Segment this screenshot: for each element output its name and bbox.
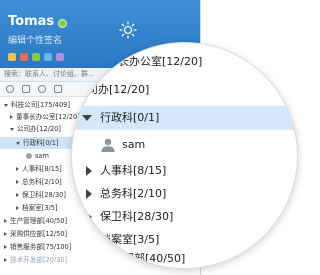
lens-tree-item[interactable]: 生产管理部[40/50] (72, 248, 297, 268)
chevron-right-icon[interactable] (4, 258, 7, 262)
group-tab-icon[interactable] (38, 85, 46, 93)
chevron-right-icon[interactable] (4, 219, 7, 223)
chevron-down-icon[interactable] (4, 103, 8, 107)
file-icon[interactable] (32, 53, 40, 61)
chevron-right-icon[interactable] (16, 180, 19, 184)
magnifier-lens: 董事长办公室[12/20] 公司办[12/20] 行政科[0/1] sam 人事… (71, 42, 298, 269)
lens-tree-item[interactable]: 总务科[2/10] (72, 183, 297, 205)
chevron-right-icon[interactable] (10, 115, 13, 119)
lens-tree-item[interactable]: 公司办[12/20] (72, 79, 297, 101)
lens-tree-user[interactable]: sam (72, 134, 297, 156)
chevron-right-icon[interactable] (86, 166, 92, 176)
chevron-right-icon[interactable] (86, 235, 92, 245)
lens-tree-item-selected[interactable]: 行政科[0/1] (72, 106, 297, 130)
lens-tree-item[interactable]: 董事长办公室[12/20] (72, 51, 297, 73)
user-name[interactable]: Tomas (8, 14, 54, 29)
chevron-right-icon[interactable] (16, 167, 19, 171)
lens-tree-item[interactable]: 人事科[8/15] (72, 160, 297, 182)
user-icon (26, 153, 32, 159)
chevron-down-icon[interactable] (16, 141, 20, 145)
online-status-icon[interactable] (58, 19, 67, 28)
chat-icon[interactable] (44, 53, 52, 61)
calendar-icon[interactable] (56, 53, 64, 61)
chevron-down-icon[interactable] (82, 59, 92, 65)
recent-tab-icon[interactable] (6, 85, 14, 93)
contacts-tab-icon[interactable] (22, 85, 30, 93)
org-tab-icon[interactable] (54, 85, 62, 93)
user-icon (101, 138, 115, 152)
chevron-right-icon[interactable] (16, 193, 19, 197)
sun-icon[interactable] (119, 21, 137, 39)
chevron-right-icon[interactable] (86, 189, 92, 199)
chevron-right-icon[interactable] (16, 206, 19, 210)
chevron-right-icon[interactable] (86, 212, 92, 222)
chevron-down-icon[interactable] (10, 127, 14, 131)
signature-field[interactable]: 编辑个性签名 (8, 33, 62, 46)
app-icon[interactable] (20, 53, 28, 61)
chevron-down-icon[interactable] (82, 115, 92, 121)
chevron-right-icon[interactable] (76, 254, 82, 264)
chevron-right-icon[interactable] (4, 232, 7, 236)
lens-tree-item[interactable]: 保卫科[28/30] (72, 206, 297, 228)
chevron-right-icon[interactable] (4, 245, 7, 249)
mail-icon[interactable] (8, 53, 16, 61)
